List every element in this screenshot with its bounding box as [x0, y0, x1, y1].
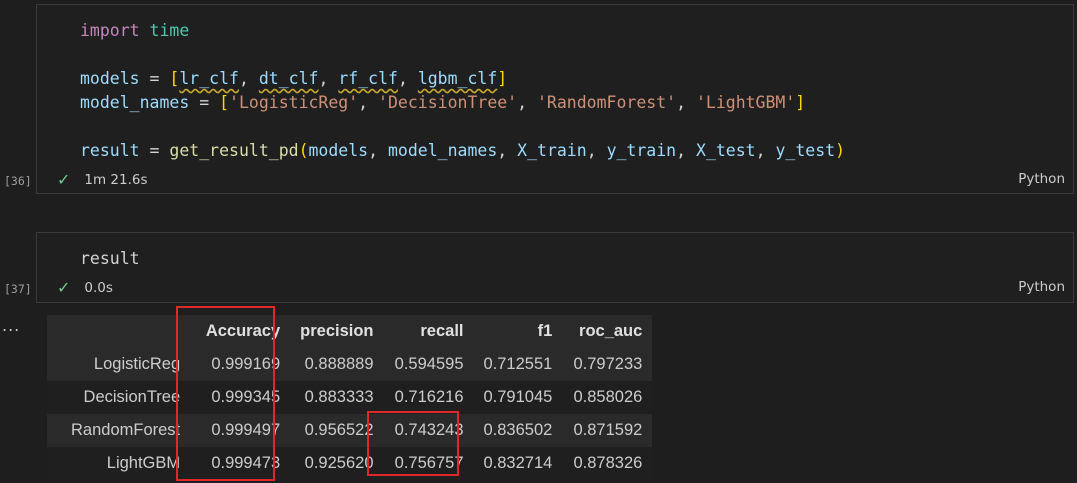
- table-cell: 0.712551: [483, 355, 553, 373]
- code-line-6[interactable]: result = get_result_pd(models, model_nam…: [80, 139, 845, 163]
- table-cell: 0.797233: [573, 355, 643, 373]
- code-line-3[interactable]: models = [lr_clf, dt_clf, rf_clf, lgbm_c…: [80, 67, 507, 91]
- check-icon: ✓: [57, 278, 71, 297]
- table-cell: 0.594595: [394, 355, 464, 373]
- index-header: [47, 315, 190, 348]
- table-row: LogisticReg 0.999169 0.888889 0.594595 0…: [47, 348, 653, 381]
- table-cell: 0.883333: [304, 388, 374, 406]
- row-label: DecisionTree: [83, 388, 181, 406]
- code-line-1[interactable]: result: [80, 247, 140, 271]
- column-header-f1: f1: [537, 322, 553, 340]
- table-cell: 0.716216: [394, 388, 464, 406]
- cell-status: ✓ 1m 21.6s: [57, 170, 148, 189]
- table-cell: 0.836502: [483, 421, 553, 439]
- code-line-4[interactable]: model_names = ['LogisticReg', 'DecisionT…: [80, 91, 805, 115]
- code-line-1[interactable]: import time: [80, 19, 189, 43]
- language-indicator[interactable]: Python: [1018, 171, 1065, 187]
- table-cell: 0.871592: [573, 421, 643, 439]
- output-menu-icon[interactable]: ...: [2, 316, 20, 335]
- execution-time: 1m 21.6s: [84, 171, 148, 188]
- table-cell: 0.888889: [304, 355, 374, 373]
- execution-count: [36]: [4, 174, 32, 188]
- table-cell: 0.791045: [483, 388, 553, 406]
- code-cell-2[interactable]: result ✓ 0.0s Python: [36, 232, 1074, 303]
- highlight-box-accuracy: [176, 306, 275, 481]
- column-header-precision: precision: [300, 322, 374, 340]
- row-label: LogisticReg: [93, 355, 181, 373]
- table-row: LightGBM 0.999473 0.925620 0.756757 0.83…: [47, 447, 653, 480]
- row-label: LightGBM: [106, 454, 181, 472]
- execution-count: [37]: [4, 282, 32, 296]
- check-icon: ✓: [57, 170, 71, 189]
- table-cell: 0.878326: [573, 454, 643, 472]
- table-cell: 0.832714: [483, 454, 553, 472]
- language-indicator[interactable]: Python: [1018, 279, 1065, 295]
- table-row: RandomForest 0.999497 0.956522 0.743243 …: [47, 414, 653, 447]
- code-cell-1[interactable]: import time models = [lr_clf, dt_clf, rf…: [36, 4, 1074, 194]
- highlight-box-recall: [367, 411, 459, 476]
- result-dataframe: Accuracy precision recall f1 roc_auc Log…: [47, 315, 653, 480]
- table-header-row: Accuracy precision recall f1 roc_auc: [47, 315, 653, 348]
- column-header-recall: recall: [420, 322, 464, 340]
- row-label: RandomForest: [71, 421, 181, 439]
- table-cell: 0.858026: [573, 388, 643, 406]
- execution-time: 0.0s: [84, 279, 113, 296]
- cell-status: ✓ 0.0s: [57, 278, 113, 297]
- column-header-roc-auc: roc_auc: [579, 322, 643, 340]
- table-row: DecisionTree 0.999345 0.883333 0.716216 …: [47, 381, 653, 414]
